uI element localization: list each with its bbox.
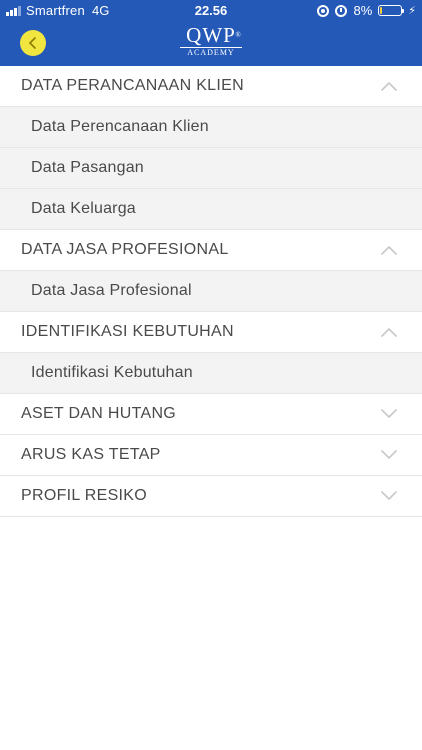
section-header[interactable]: ASET DAN HUTANG [0, 394, 422, 435]
section-header[interactable]: ARUS KAS TETAP [0, 435, 422, 476]
section-header[interactable]: DATA JASA PROFESIONAL [0, 230, 422, 271]
section-header-label: DATA PERANCANAAN KLIEN [21, 77, 244, 94]
battery-percent: 8% [353, 3, 373, 18]
section-header-label: PROFIL RESIKO [21, 487, 148, 504]
section-header-label: IDENTIFIKASI KEBUTUHAN [21, 323, 234, 340]
chevron-down-icon [381, 491, 397, 500]
chevron-down-icon [381, 409, 397, 418]
app-header: Smartfren 4G 22.56 8% ⚡ QWP ® ACADEMY [0, 0, 422, 66]
logo-main-text: QWP [186, 23, 236, 47]
list-item[interactable]: Data Perencanaan Klien [0, 107, 422, 148]
logo-sub-text: ACADEMY [187, 48, 235, 57]
section-header[interactable]: IDENTIFIKASI KEBUTUHAN [0, 312, 422, 353]
section-header[interactable]: DATA PERANCANAAN KLIEN [0, 66, 422, 107]
accordion-list: DATA PERANCANAAN KLIEN Data Perencanaan K… [0, 66, 422, 517]
list-item[interactable]: Data Jasa Profesional [0, 271, 422, 312]
status-bar: Smartfren 4G 22.56 8% ⚡ [0, 0, 422, 22]
section-header[interactable]: PROFIL RESIKO [0, 476, 422, 517]
chevron-down-icon [381, 450, 397, 459]
chevron-up-icon [381, 82, 397, 91]
rotation-lock-icon [317, 4, 330, 17]
battery-icon [378, 5, 405, 16]
list-item[interactable]: Data Keluarga [0, 189, 422, 230]
section-header-label: ARUS KAS TETAP [21, 446, 161, 463]
section-header-label: ASET DAN HUTANG [21, 405, 177, 422]
chevron-up-icon [381, 246, 397, 255]
section-header-label: DATA JASA PROFESIONAL [21, 241, 229, 258]
list-item[interactable]: Identifikasi Kebutuhan [0, 353, 422, 394]
charging-icon: ⚡ [408, 5, 416, 17]
qwp-academy-logo: QWP ® ACADEMY [0, 24, 422, 58]
alarm-icon [335, 4, 348, 17]
list-item[interactable]: Data Pasangan [0, 148, 422, 189]
chevron-up-icon [381, 328, 397, 337]
logo-registered-mark: ® [235, 31, 242, 39]
